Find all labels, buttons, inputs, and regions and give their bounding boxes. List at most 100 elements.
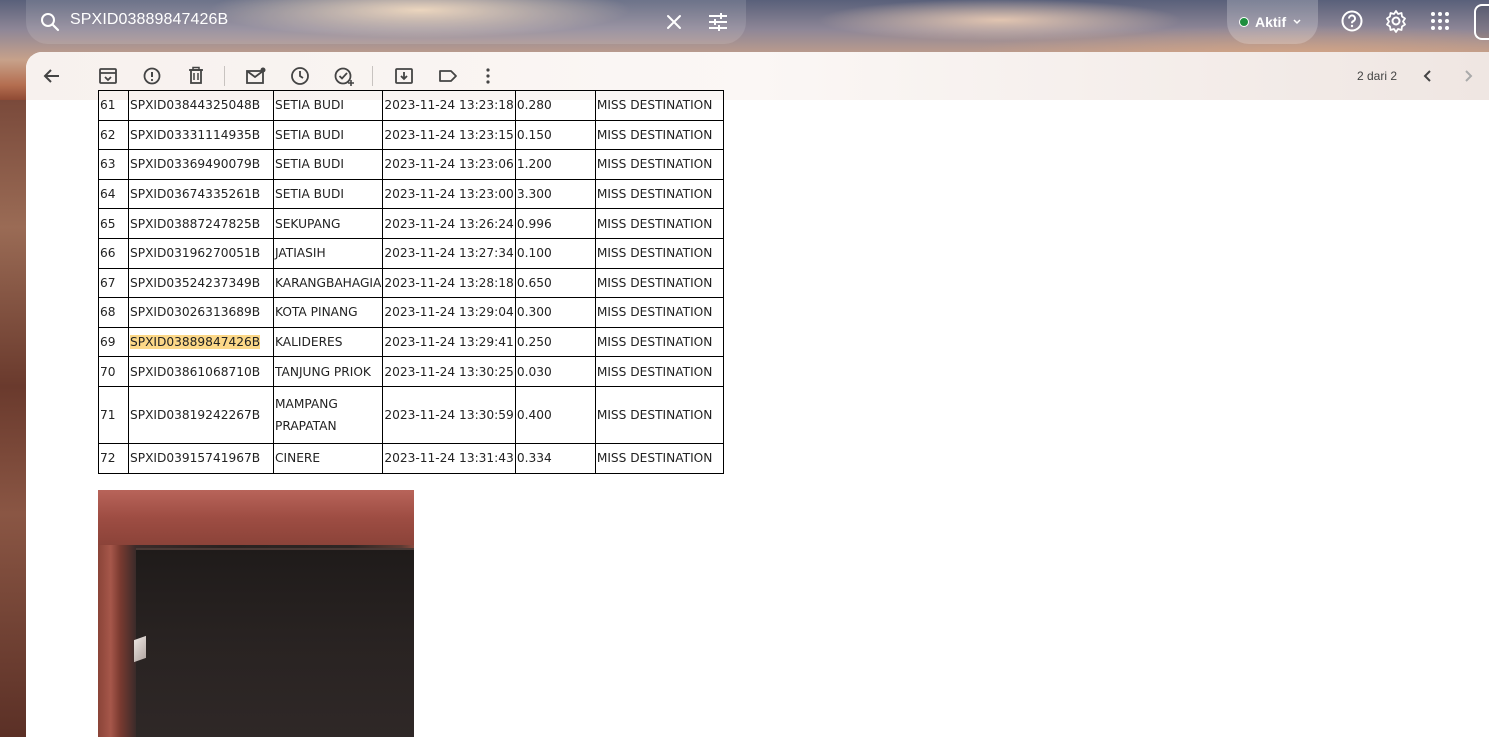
cell-text-weight: 0.280: [516, 98, 552, 113]
cell-text-no: 63: [100, 157, 116, 172]
archive-icon[interactable]: [96, 64, 120, 88]
cell-text-weight: 0.400: [516, 407, 552, 422]
cell-text-time: 2023-11-24 13:29:04: [384, 305, 514, 320]
search-input[interactable]: SPXID03889847426B: [70, 11, 228, 29]
table-cell-no: 67: [98, 267, 129, 299]
cell-text-status: MISS DESTINATION: [596, 127, 713, 142]
cell-text-weight: 0.250: [516, 335, 552, 350]
container-sticker: [134, 635, 146, 663]
cell-text-status: MISS DESTINATION: [596, 305, 713, 320]
table-cell-time: 2023-11-24 13:26:24: [382, 208, 516, 239]
avatar[interactable]: [1474, 4, 1489, 40]
mark-unread-icon[interactable]: [244, 64, 268, 88]
table-cell-time: 2023-11-24 13:28:18: [382, 267, 516, 299]
table-cell-loc: SETIA BUDI: [272, 119, 384, 151]
table-cell-id: SPXID03026313689B: [128, 297, 274, 328]
help-icon[interactable]: [1339, 8, 1365, 34]
cell-text-time: 2023-11-24 13:28:18: [384, 275, 514, 290]
table-cell-status: MISS DESTINATION: [594, 90, 724, 121]
table-row: 63 SPXID03369490079B SETIA BUDI 2023-11-24 …: [98, 149, 724, 180]
table-cell-no: 64: [98, 178, 129, 210]
cell-text-no: 71: [100, 407, 116, 422]
table-row: 67 SPXID03524237349B KARANGBAHAGIA 2023-11-…: [98, 267, 724, 299]
back-arrow-icon[interactable]: [40, 64, 64, 88]
cell-text-status: MISS DESTINATION: [596, 335, 713, 350]
more-vert-icon[interactable]: [476, 64, 500, 88]
search-bar[interactable]: SPXID03889847426B: [26, 0, 746, 44]
left-sidebar-strip: [0, 100, 26, 737]
chevron-right-icon[interactable]: [1456, 64, 1480, 88]
table-cell-no: 69: [98, 326, 129, 358]
table-cell-status: MISS DESTINATION: [594, 149, 724, 180]
cell-text-time: 2023-11-24 13:27:34: [384, 246, 514, 261]
snooze-clock-icon[interactable]: [288, 64, 312, 88]
table-cell-status: MISS DESTINATION: [594, 119, 724, 151]
cell-text-weight: 0.100: [516, 246, 552, 261]
cell-text-id: SPXID03915741967B: [130, 451, 261, 466]
table-cell-weight: 0.030: [514, 356, 596, 387]
table-row: 68 SPXID03026313689B KOTA PINANG 2023-11-24…: [98, 297, 724, 328]
table-row: 70 SPXID03861068710B TANJUNG PRIOK 2023-11-…: [98, 356, 724, 387]
tune-icon[interactable]: [706, 10, 730, 34]
table-cell-weight: 0.280: [514, 90, 596, 121]
cell-text-status: MISS DESTINATION: [596, 364, 713, 379]
cell-text-time: 2023-11-24 13:23:15: [384, 127, 514, 142]
search-icon[interactable]: [38, 10, 62, 34]
cell-text-loc: KALIDERES: [275, 335, 343, 350]
container-interior: [136, 548, 414, 737]
table-cell-time: 2023-11-24 13:23:06: [382, 149, 516, 180]
status-selector[interactable]: Aktif: [1227, 0, 1318, 44]
chevron-left-icon[interactable]: [1416, 64, 1440, 88]
table-cell-time: 2023-11-24 13:30:59: [382, 385, 516, 444]
table-cell-time: 2023-11-24 13:29:41: [382, 326, 516, 358]
cell-text-status: MISS DESTINATION: [596, 246, 713, 261]
table-cell-status: MISS DESTINATION: [594, 442, 724, 474]
table-cell-no: 62: [98, 119, 129, 151]
table-cell-no: 71: [98, 385, 129, 444]
table-cell-weight: 0.300: [514, 297, 596, 328]
table-cell-time: 2023-11-24 13:23:15: [382, 119, 516, 151]
cell-text-time: 2023-11-24 13:23:00: [384, 187, 514, 202]
attached-container-photo[interactable]: [98, 490, 414, 737]
mail-view: 2 dari 2 61 SPXID03844325048B SETIA BUDI 20…: [26, 52, 1489, 737]
table-cell-time: 2023-11-24 13:31:43: [382, 442, 516, 474]
table-cell-id: SPXID03887247825B: [128, 208, 274, 239]
cell-text-status: MISS DESTINATION: [596, 451, 713, 466]
table-cell-time: 2023-11-24 13:29:04: [382, 297, 516, 328]
table-cell-id: SPXID03819242267B: [128, 385, 274, 444]
table-cell-id: SPXID03889847426B: [128, 326, 274, 358]
table-cell-weight: 0.150: [514, 119, 596, 151]
delete-icon[interactable]: [184, 64, 208, 88]
table-row: 71 SPXID03819242267B MAMPANG PRAPATAN 2023-…: [98, 385, 724, 444]
label-icon[interactable]: [436, 64, 460, 88]
report-spam-icon[interactable]: [140, 64, 164, 88]
cell-text-status: MISS DESTINATION: [596, 407, 713, 422]
cell-text-weight: 0.150: [516, 127, 552, 142]
table-cell-id: SPXID03196270051B: [128, 237, 274, 269]
apps-grid-icon[interactable]: [1427, 8, 1453, 34]
cell-text-no: 61: [100, 98, 116, 113]
table-cell-time: 2023-11-24 13:30:25: [382, 356, 516, 387]
gear-icon[interactable]: [1383, 8, 1409, 34]
cell-text-id: SPXID03844325048B: [130, 98, 261, 113]
table-cell-loc: SETIA BUDI: [272, 178, 384, 210]
cell-text-time: 2023-11-24 13:30:59: [384, 407, 514, 422]
cell-text-no: 67: [100, 275, 116, 290]
cell-text-no: 68: [100, 305, 116, 320]
cell-text-no: 66: [100, 246, 116, 261]
table-cell-no: 68: [98, 297, 129, 328]
cell-text-loc: SETIA BUDI: [275, 127, 344, 142]
add-task-icon[interactable]: [332, 64, 356, 88]
table-cell-status: MISS DESTINATION: [594, 385, 724, 444]
status-label: Aktif: [1255, 14, 1287, 30]
move-to-icon[interactable]: [392, 64, 416, 88]
table-cell-no: 63: [98, 149, 129, 180]
table-cell-weight: 0.650: [514, 267, 596, 299]
close-icon[interactable]: [662, 10, 686, 34]
table-cell-loc: TANJUNG PRIOK: [272, 356, 384, 387]
cell-text-time: 2023-11-24 13:23:18: [384, 98, 514, 113]
cell-text-status: MISS DESTINATION: [596, 187, 713, 202]
cell-text-weight: 0.334: [516, 451, 552, 466]
status-dot: [1239, 17, 1249, 27]
table-cell-weight: 0.250: [514, 326, 596, 358]
